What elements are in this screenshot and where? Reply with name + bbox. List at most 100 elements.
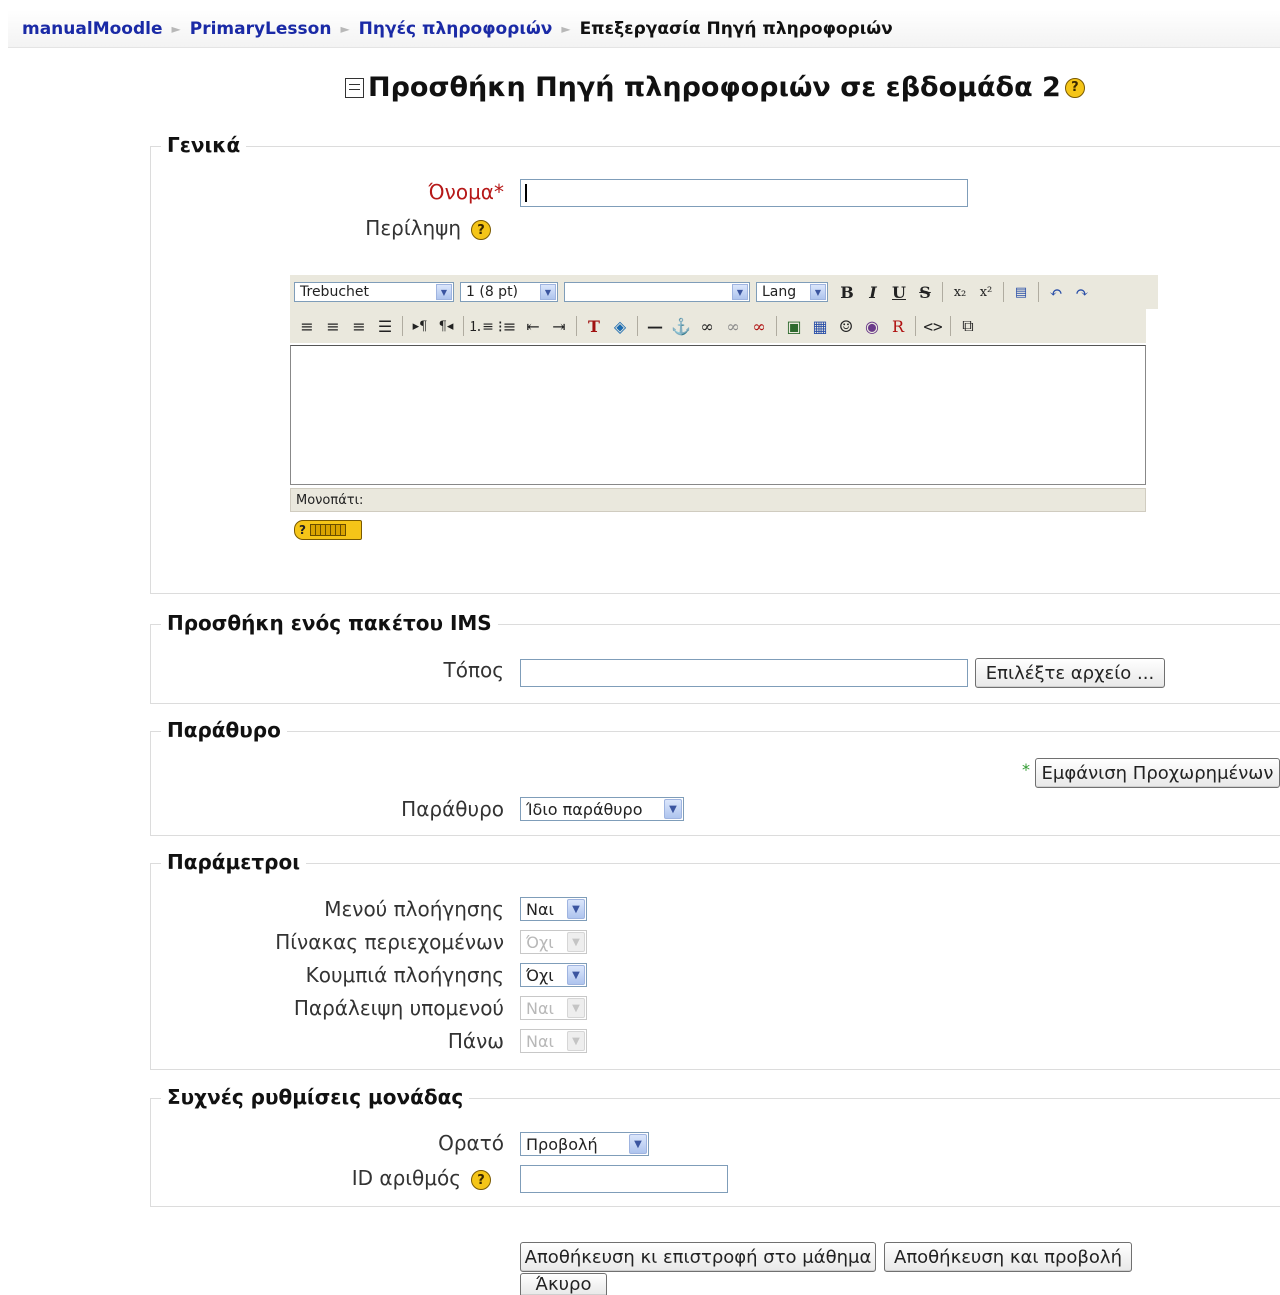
legend-ims: Προσθήκη ενός πακέτου IMS bbox=[161, 611, 498, 635]
redo-icon[interactable]: ↷ bbox=[1069, 280, 1095, 304]
toolbar-divider bbox=[463, 316, 464, 336]
strikethrough-icon[interactable]: S bbox=[912, 280, 938, 304]
save-and-display-button[interactable]: Αποθήκευση και προβολή bbox=[884, 1242, 1132, 1272]
legend-common-settings: Συχνές ρυθμίσεις μονάδας bbox=[161, 1085, 470, 1109]
breadcrumb: manualMoodle ► PrimaryLesson ► Πηγές πλη… bbox=[8, 10, 1280, 48]
search-replace-icon[interactable]: R bbox=[885, 314, 911, 338]
toolbar-divider bbox=[776, 316, 777, 336]
chevron-down-icon: ▼ bbox=[540, 284, 556, 300]
page-title: Προσθήκη Πηγή πληροφοριών σε εβδομάδα 2 … bbox=[345, 72, 1085, 103]
param-select-skip-submenu: Ναι ▼ bbox=[520, 996, 587, 1020]
visible-select[interactable]: Προβολή ▼ bbox=[520, 1132, 649, 1156]
advanced-star: * bbox=[1022, 760, 1030, 779]
legend-general: Γενικά bbox=[161, 133, 247, 157]
align-center-icon[interactable]: ≡ bbox=[320, 314, 346, 338]
param-select-nav-menu[interactable]: Ναι ▼ bbox=[520, 897, 587, 921]
smiley-icon[interactable]: ☺ bbox=[833, 314, 859, 338]
page-title-text: Προσθήκη Πηγή πληροφοριών σε εβδομάδα 2 bbox=[368, 72, 1061, 103]
format-select[interactable]: ▼ bbox=[564, 282, 750, 302]
breadcrumb-current: Επεξεργασία Πηγή πληροφοριών bbox=[579, 18, 893, 39]
param-label-up: Πάνω bbox=[447, 1029, 504, 1053]
editor-toolbar-row-2: ≡ ≡ ≡ ☰ ▸¶ ¶◂ ⒈≡ ⁝≡ ⇤ ⇥ T ◈ — ⚓ ∞ ∞ ∞ ▣ … bbox=[290, 309, 1146, 343]
location-input[interactable] bbox=[520, 659, 968, 687]
size-select[interactable]: 1 (8 pt) ▼ bbox=[460, 282, 558, 302]
save-and-return-button[interactable]: Αποθήκευση κι επιστροφή στο μάθημα bbox=[520, 1242, 876, 1272]
table-icon[interactable]: ▦ bbox=[807, 314, 833, 338]
show-advanced-button[interactable]: Εμφάνιση Προχωρημένων bbox=[1035, 758, 1280, 788]
indent-icon[interactable]: ⇥ bbox=[546, 314, 572, 338]
nolink-icon[interactable]: ∞ bbox=[746, 314, 772, 338]
id-number-label: ID αριθμός bbox=[351, 1166, 461, 1190]
param-label-nav-buttons: Κουμπιά πλοήγησης bbox=[305, 963, 504, 987]
fullscreen-icon[interactable]: ⧉ bbox=[955, 314, 981, 338]
text-color-icon[interactable]: T bbox=[581, 314, 607, 338]
editor-content-area[interactable] bbox=[290, 345, 1146, 485]
unordered-list-icon[interactable]: ⁝≡ bbox=[494, 314, 520, 338]
bold-icon[interactable]: B bbox=[834, 280, 860, 304]
param-label-nav-menu: Μενού πλοήγησης bbox=[324, 897, 504, 921]
cancel-button[interactable]: Άκυρο bbox=[520, 1273, 607, 1295]
editor-help-icon[interactable]: ? bbox=[294, 520, 362, 540]
breadcrumb-separator: ► bbox=[561, 21, 571, 36]
rtl-icon[interactable]: ¶◂ bbox=[433, 314, 459, 338]
summary-label: Περίληψη bbox=[365, 216, 461, 240]
toolbar-divider bbox=[1003, 282, 1004, 302]
name-input[interactable] bbox=[520, 179, 968, 207]
chevron-down-icon: ▼ bbox=[567, 965, 585, 985]
undo-icon[interactable]: ↶ bbox=[1043, 280, 1069, 304]
italic-icon[interactable]: I bbox=[860, 280, 886, 304]
breadcrumb-link-course[interactable]: PrimaryLesson bbox=[190, 19, 332, 39]
window-select[interactable]: Ίδιο παράθυρο ▼ bbox=[520, 797, 684, 821]
id-number-help-icon[interactable]: ? bbox=[471, 1170, 491, 1190]
editor-toolbar-row-1: Trebuchet ▼ 1 (8 pt) ▼ ▼ Lang ▼ B I U S x₂ … bbox=[290, 275, 1158, 309]
ltr-icon[interactable]: ▸¶ bbox=[407, 314, 433, 338]
outdent-icon[interactable]: ⇤ bbox=[520, 314, 546, 338]
toolbar-divider bbox=[402, 316, 403, 336]
toolbar-divider bbox=[576, 316, 577, 336]
chevron-down-icon: ▼ bbox=[567, 998, 585, 1018]
chevron-down-icon: ▼ bbox=[810, 284, 826, 300]
breadcrumb-separator: ► bbox=[340, 21, 350, 36]
location-label: Τόπος bbox=[443, 658, 504, 682]
unlink-icon[interactable]: ∞ bbox=[720, 314, 746, 338]
chevron-down-icon: ▼ bbox=[567, 932, 585, 952]
resource-icon bbox=[345, 77, 364, 98]
chevron-down-icon: ▼ bbox=[436, 284, 452, 300]
justify-icon[interactable]: ☰ bbox=[372, 314, 398, 338]
superscript-icon[interactable]: x² bbox=[973, 280, 999, 304]
id-number-input[interactable] bbox=[520, 1165, 728, 1193]
toolbar-divider bbox=[942, 282, 943, 302]
horizontal-rule-icon[interactable]: — bbox=[642, 314, 668, 338]
summary-help-icon[interactable]: ? bbox=[471, 220, 491, 240]
breadcrumb-link-course-site[interactable]: manualMoodle bbox=[22, 19, 163, 39]
chevron-down-icon: ▼ bbox=[629, 1134, 647, 1154]
subscript-icon[interactable]: x₂ bbox=[947, 280, 973, 304]
toolbar-divider bbox=[1038, 282, 1039, 302]
paste-word-icon[interactable]: ▤ bbox=[1008, 280, 1034, 304]
chevron-down-icon: ▼ bbox=[664, 799, 682, 819]
image-icon[interactable]: ▣ bbox=[781, 314, 807, 338]
breadcrumb-link-resources[interactable]: Πηγές πληροφοριών bbox=[359, 19, 553, 39]
help-icon[interactable]: ? bbox=[1064, 77, 1085, 98]
html-source-icon[interactable]: <> bbox=[920, 314, 946, 338]
toolbar-divider bbox=[637, 316, 638, 336]
toolbar-divider bbox=[915, 316, 916, 336]
align-right-icon[interactable]: ≡ bbox=[346, 314, 372, 338]
html-editor: Trebuchet ▼ 1 (8 pt) ▼ ▼ Lang ▼ B I U S x₂ … bbox=[290, 275, 1158, 513]
legend-parameters: Παράμετροι bbox=[161, 850, 306, 874]
param-select-up: Ναι ▼ bbox=[520, 1029, 587, 1053]
chevron-down-icon: ▼ bbox=[567, 1031, 585, 1051]
anchor-icon[interactable]: ⚓ bbox=[668, 314, 694, 338]
chevron-down-icon: ▼ bbox=[732, 284, 748, 300]
clean-html-icon[interactable]: ◉ bbox=[859, 314, 885, 338]
lang-select[interactable]: Lang ▼ bbox=[756, 282, 828, 302]
align-left-icon[interactable]: ≡ bbox=[294, 314, 320, 338]
ordered-list-icon[interactable]: ⒈≡ bbox=[468, 314, 494, 338]
param-select-nav-buttons[interactable]: Όχι ▼ bbox=[520, 963, 587, 987]
link-icon[interactable]: ∞ bbox=[694, 314, 720, 338]
visible-label: Ορατό bbox=[438, 1131, 504, 1155]
font-select[interactable]: Trebuchet ▼ bbox=[294, 282, 454, 302]
choose-file-button[interactable]: Επιλέξτε αρχείο ... bbox=[975, 658, 1165, 688]
background-color-icon[interactable]: ◈ bbox=[607, 314, 633, 338]
underline-icon[interactable]: U bbox=[886, 280, 912, 304]
